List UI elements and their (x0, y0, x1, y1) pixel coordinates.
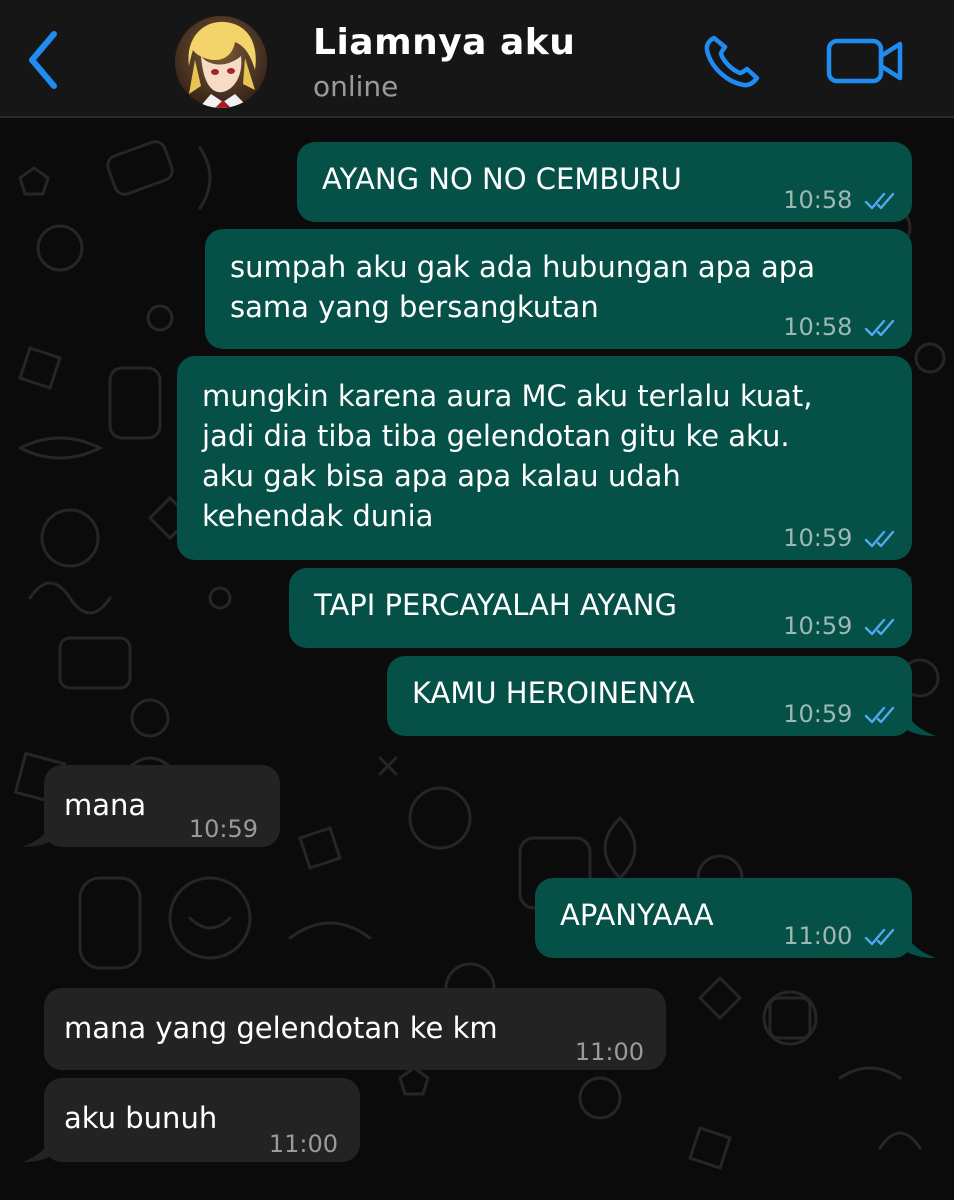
message-meta: 11:00 (269, 1124, 338, 1164)
chat-area[interactable]: AYANG NO NO CEMBURU 10:58 sumpah aku gak… (0, 118, 954, 1200)
double-check-icon (864, 530, 895, 548)
message-meta: 11:00 (575, 1032, 644, 1072)
message-time: 10:59 (783, 700, 853, 728)
message-meta: 10:59 (783, 694, 898, 734)
message-text: AYANG NO NO CEMBURU (322, 162, 682, 196)
double-check-icon (864, 618, 895, 636)
message-meta: 10:58 (783, 180, 898, 220)
message-text: mungkin karena aura MC aku terlalu kuat,… (202, 379, 813, 533)
voice-call-button[interactable] (700, 32, 764, 90)
message-meta: 11:00 (783, 916, 898, 956)
message-text: KAMU HEROINENYA (412, 676, 695, 710)
message-meta: 10:59 (783, 606, 898, 646)
message-text: mana (64, 788, 147, 822)
double-check-icon (864, 319, 895, 337)
bubble-tail (900, 696, 936, 736)
outgoing-message[interactable]: sumpah aku gak ada hubungan apa apa sama… (205, 229, 912, 349)
message-time: 11:00 (783, 922, 853, 950)
message-time: 10:58 (783, 186, 853, 214)
message-text: aku bunuh (64, 1101, 218, 1135)
outgoing-message[interactable]: APANYAAA 11:00 (535, 878, 912, 958)
message-meta: 10:59 (189, 809, 258, 849)
message-time: 10:59 (188, 815, 258, 843)
double-check-icon (864, 928, 895, 946)
message-time: 11:00 (574, 1038, 644, 1066)
message-time: 10:58 (783, 313, 853, 341)
video-camera-icon (826, 38, 903, 84)
avatar-image (175, 16, 267, 108)
chat-header: Liamnya aku online (0, 0, 954, 118)
bubble-tail (22, 807, 58, 847)
outgoing-message[interactable]: KAMU HEROINENYA 10:59 (387, 656, 912, 736)
message-text: sumpah aku gak ada hubungan apa apa sama… (230, 250, 815, 324)
message-time: 11:00 (268, 1130, 338, 1158)
message-text: mana yang gelendotan ke km (64, 1011, 498, 1045)
incoming-message[interactable]: mana 10:59 (44, 765, 280, 847)
back-button[interactable] (22, 28, 66, 92)
contact-status: online (313, 70, 399, 103)
outgoing-message[interactable]: mungkin karena aura MC aku terlalu kuat,… (177, 356, 912, 560)
outgoing-message[interactable]: AYANG NO NO CEMBURU 10:58 (297, 142, 912, 222)
chevron-left-icon (29, 31, 57, 89)
contact-avatar[interactable] (175, 16, 267, 108)
message-text: TAPI PERCAYALAH AYANG (314, 588, 677, 622)
incoming-message[interactable]: aku bunuh 11:00 (44, 1078, 360, 1162)
message-meta: 10:58 (783, 307, 898, 347)
outgoing-message[interactable]: TAPI PERCAYALAH AYANG 10:59 (289, 568, 912, 648)
message-time: 10:59 (783, 524, 853, 552)
message-meta: 10:59 (783, 518, 898, 558)
bubble-tail (22, 1122, 58, 1162)
message-time: 10:59 (783, 612, 853, 640)
contact-name[interactable]: Liamnya aku (313, 22, 575, 63)
incoming-message[interactable]: mana yang gelendotan ke km 11:00 (44, 988, 666, 1070)
phone-icon (704, 35, 760, 88)
double-check-icon (864, 192, 895, 210)
double-check-icon (864, 706, 895, 724)
message-text: APANYAAA (560, 898, 714, 932)
bubble-tail (900, 918, 936, 958)
video-call-button[interactable] (826, 36, 904, 86)
